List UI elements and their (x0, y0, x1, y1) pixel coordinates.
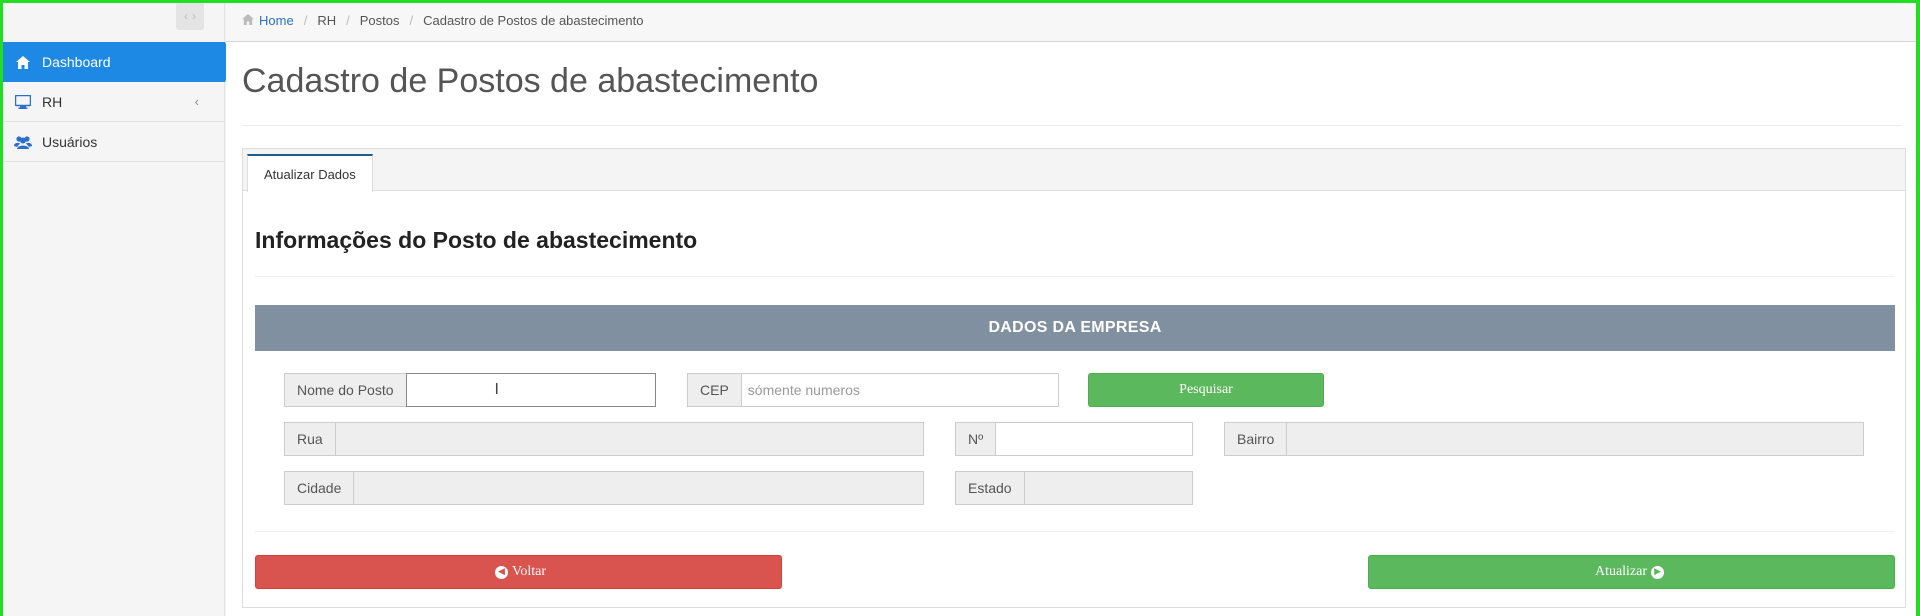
bairro-input[interactable] (1286, 422, 1864, 456)
tab-bar: Atualizar Dados (243, 149, 1905, 192)
home-icon (14, 55, 32, 69)
estado-group: Estado (955, 471, 1193, 505)
cep-label: CEP (687, 373, 741, 407)
monitor-icon (14, 94, 32, 109)
cidade-input[interactable] (353, 471, 924, 505)
rua-label: Rua (284, 422, 335, 456)
bairro-group: Bairro (1224, 422, 1864, 456)
breadcrumb-separator: / (346, 13, 350, 28)
breadcrumb-separator: / (303, 13, 308, 28)
cidade-group: Cidade (284, 471, 924, 505)
breadcrumb-item-current: Cadastro de Postos de abastecimento (423, 13, 644, 28)
sidebar-nav: Dashboard RH ‹ Usuários (0, 42, 235, 162)
numero-group: Nº (955, 422, 1193, 456)
sidebar-item-label: Dashboard (42, 54, 111, 70)
breadcrumb-home-link[interactable]: Home (242, 13, 294, 28)
pesquisar-button[interactable]: Pesquisar (1088, 373, 1324, 407)
sidebar-collapse-toggle[interactable]: ‹ › (176, 2, 204, 30)
nome-posto-group: Nome do Posto I (284, 373, 656, 407)
divider (255, 531, 1895, 532)
chevron-left-icon: ‹ (184, 9, 188, 23)
sidebar-item-dashboard[interactable]: Dashboard (0, 42, 235, 82)
arrow-left-circle-icon: ◀ (495, 565, 509, 579)
sidebar-item-label: RH (42, 93, 63, 110)
section-title: Informações do Posto de abastecimento (255, 227, 698, 253)
chevron-left-icon: ‹ (194, 94, 199, 109)
divider (242, 125, 1902, 126)
voltar-button[interactable]: ◀ Voltar (255, 555, 782, 589)
sidebar: ‹ › Dashboard RH ‹ Usuários (0, 0, 235, 616)
nome-posto-input[interactable]: I (405, 373, 656, 407)
divider (255, 276, 1895, 277)
section-header-dados-empresa: DADOS DA EMPRESA (255, 305, 1895, 351)
bairro-label: Bairro (1224, 422, 1287, 456)
main-content: Cadastro de Postos de abastecimento Atua… (226, 42, 1916, 616)
cidade-label: Cidade (284, 471, 354, 505)
text-cursor-icon: I (494, 381, 499, 398)
breadcrumb: Home / RH / Postos / Cadastro de Postos … (226, 0, 1916, 42)
nome-posto-label: Nome do Posto (284, 373, 406, 407)
rua-group: Rua (284, 422, 924, 456)
cep-group: CEP sómente numeros (687, 373, 1059, 407)
sidebar-item-rh[interactable]: RH ‹ (0, 82, 225, 122)
breadcrumb-item-rh[interactable]: RH (317, 13, 336, 28)
rua-input[interactable] (334, 422, 924, 456)
numero-label: Nº (955, 422, 996, 456)
arrow-right-circle-icon: ▶ (1651, 565, 1665, 579)
sidebar-item-usuarios[interactable]: Usuários (0, 122, 225, 162)
breadcrumb-item-postos[interactable]: Postos (360, 13, 400, 28)
page-title: Cadastro de Postos de abastecimento (242, 62, 819, 100)
users-icon (14, 135, 32, 149)
estado-label: Estado (955, 471, 1024, 505)
cep-input[interactable]: sómente numeros (740, 373, 1059, 407)
tab-atualizar-dados[interactable]: Atualizar Dados (247, 154, 373, 192)
home-icon (242, 13, 254, 28)
numero-input[interactable] (995, 422, 1193, 456)
form-panel: Atualizar Dados Informações do Posto de … (242, 148, 1906, 608)
chevron-right-icon: › (192, 9, 196, 23)
breadcrumb-separator: / (409, 13, 414, 28)
estado-input[interactable] (1023, 471, 1193, 505)
atualizar-button[interactable]: Atualizar ▶ (1368, 555, 1895, 589)
sidebar-item-label: Usuários (42, 133, 98, 150)
